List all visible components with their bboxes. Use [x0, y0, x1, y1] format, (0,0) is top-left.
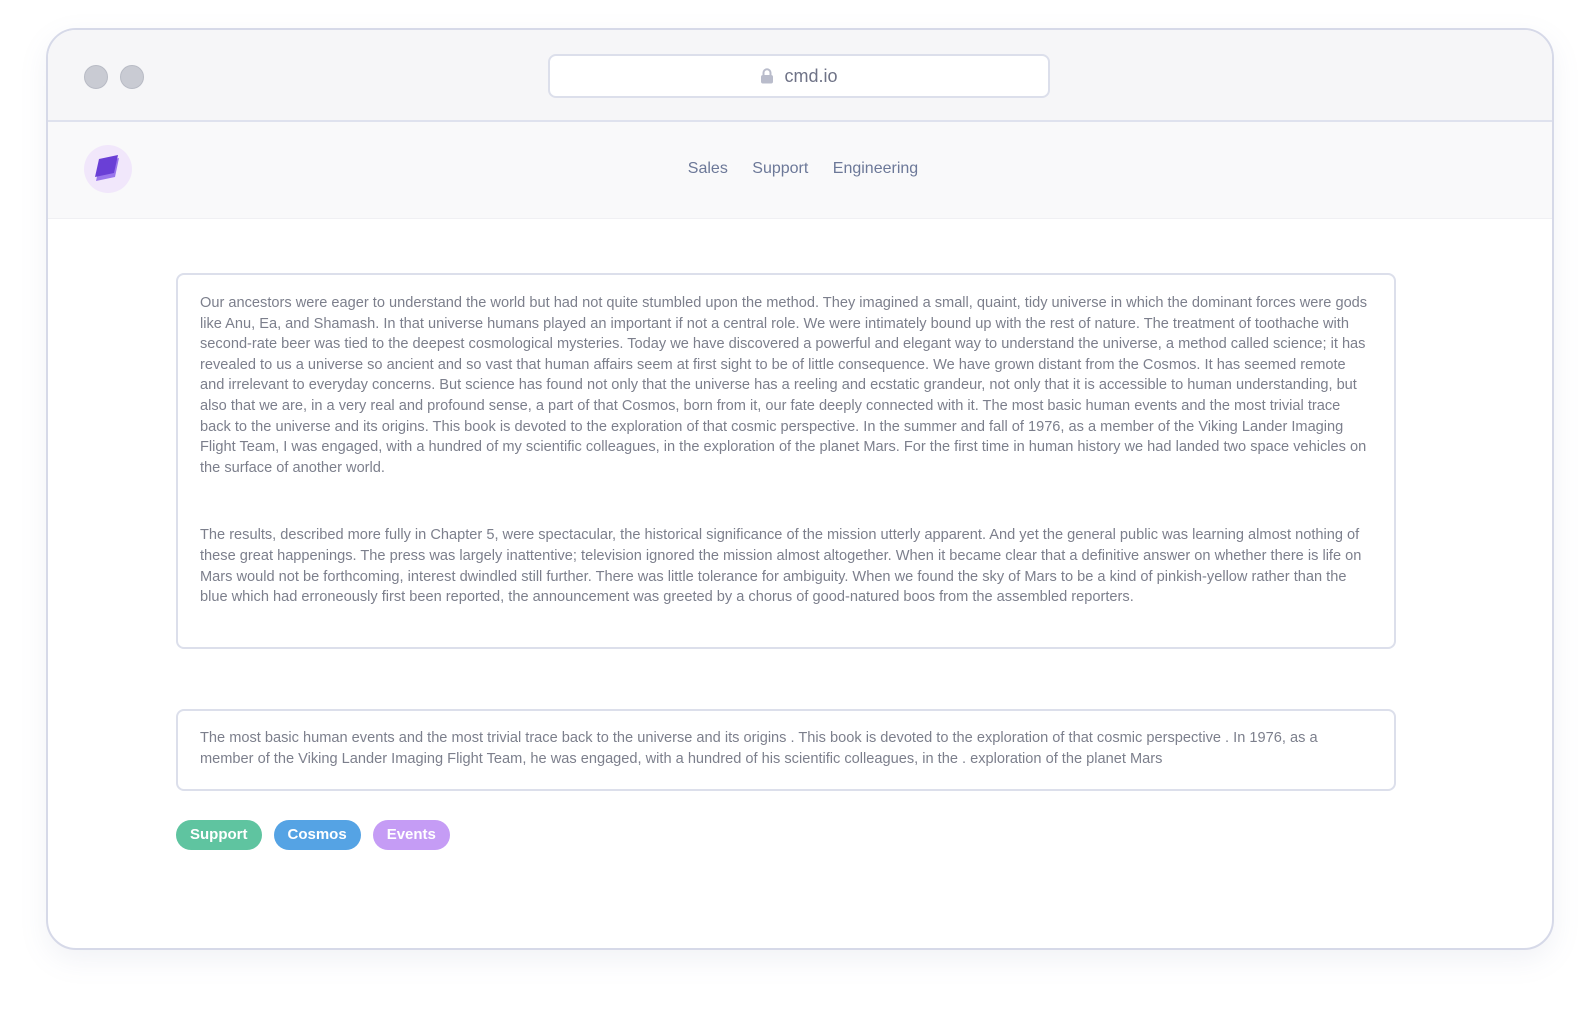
nav-links: Sales Support Engineering: [48, 160, 1552, 178]
tag-cosmos[interactable]: Cosmos: [273, 820, 361, 850]
tag-list: Support Cosmos Events: [176, 820, 450, 850]
article-text-area[interactable]: Our ancestors were eager to understand t…: [176, 273, 1396, 649]
address-bar[interactable]: cmd.io: [548, 54, 1050, 98]
summary-text-area[interactable]: The most basic human events and the most…: [176, 709, 1396, 791]
window-minimize-button[interactable]: [120, 65, 144, 89]
site-navbar: Sales Support Engineering: [48, 122, 1552, 219]
summary-text: The most basic human events and the most…: [200, 730, 1318, 767]
nav-link-sales[interactable]: Sales: [688, 160, 728, 178]
browser-titlebar: cmd.io: [48, 30, 1552, 122]
window-close-button[interactable]: [84, 65, 108, 89]
nav-link-support[interactable]: Support: [752, 160, 808, 178]
lock-icon: [760, 68, 774, 84]
nav-link-engineering[interactable]: Engineering: [833, 160, 918, 178]
tag-support[interactable]: Support: [176, 820, 262, 850]
article-paragraph-2: The results, described more fully in Cha…: [200, 527, 1362, 606]
tag-events[interactable]: Events: [372, 820, 450, 850]
browser-window: cmd.io Sales Support Engineering Our anc…: [46, 28, 1554, 950]
article-paragraph-1: Our ancestors were eager to understand t…: [200, 295, 1368, 476]
url-text: cmd.io: [784, 65, 838, 86]
